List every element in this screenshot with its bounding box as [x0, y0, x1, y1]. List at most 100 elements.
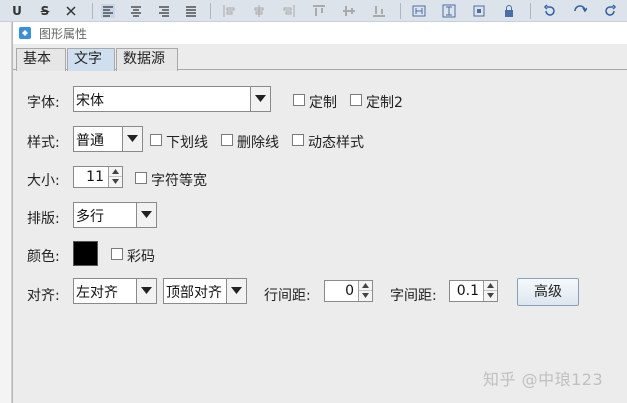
align-right-icon[interactable] [157, 4, 171, 18]
size-decrement-button[interactable] [109, 177, 122, 187]
size-spinner[interactable]: 11 [73, 166, 123, 188]
color-label: 颜色: [27, 249, 60, 265]
chevron-up-icon [487, 283, 494, 288]
app-icon [19, 27, 31, 39]
font-label: 字体: [27, 95, 60, 111]
same-width-icon[interactable] [412, 4, 426, 18]
chevron-down-icon [231, 287, 242, 294]
tab-basic[interactable]: 基本 [16, 48, 66, 71]
toolbar-separator [530, 3, 531, 19]
chevron-up-icon [362, 283, 369, 288]
lock-icon[interactable] [502, 4, 516, 18]
watermark: 知乎 @中琅123 [483, 370, 604, 389]
spinner-buttons [108, 167, 122, 187]
dialog-title: 图形属性 [39, 27, 88, 41]
custom-checkbox[interactable] [293, 94, 305, 106]
align-center-icon[interactable] [129, 4, 143, 18]
style-select[interactable]: 普通 [73, 126, 143, 152]
toolbar-separator [210, 3, 211, 19]
equal-width-label: 字符等宽 [151, 173, 207, 189]
char-spacing-label: 字间距: [390, 288, 437, 304]
horizontal-align-arrow[interactable] [136, 279, 156, 303]
align-justify-icon[interactable] [184, 4, 198, 18]
colorful-label: 彩码 [127, 249, 155, 265]
chevron-down-icon [112, 179, 119, 184]
advanced-button[interactable]: 高级 [517, 278, 579, 306]
layout-select-value: 多行 [76, 209, 104, 225]
color-swatch[interactable] [73, 241, 98, 266]
size-label: 大小: [27, 173, 60, 189]
line-spacing-spinner[interactable]: 0 [324, 280, 373, 302]
char-spacing-value: 0.1 [456, 283, 479, 299]
tab-datasource[interactable]: 数据源 [116, 48, 178, 71]
chevron-down-icon [255, 95, 266, 102]
align-label: 对齐: [27, 288, 60, 304]
distribute-center-icon[interactable] [252, 4, 266, 18]
tab-bar: 基本 文字 数据源 [13, 48, 627, 71]
font-select[interactable]: 宋体 [73, 86, 271, 112]
custom2-checkbox[interactable] [350, 94, 362, 106]
line-spacing-value: 0 [345, 283, 354, 299]
rotate-180-icon[interactable] [573, 4, 587, 18]
underline-checkbox[interactable] [150, 134, 162, 146]
vertical-align-arrow[interactable] [226, 279, 246, 303]
spinner-buttons [483, 281, 497, 301]
align-left-icon[interactable] [101, 4, 115, 18]
shape-properties-dialog: 图形属性 基本 文字 数据源 字体: 宋体 定制 定制2 样式: 普通 下划线 … [12, 22, 627, 403]
rotate-left-icon[interactable] [543, 4, 557, 18]
dynamic-style-checkbox[interactable] [292, 134, 304, 146]
layout-select[interactable]: 多行 [73, 202, 157, 228]
strikethrough-button[interactable]: S [38, 3, 52, 19]
horizontal-align-value: 左对齐 [76, 285, 118, 301]
horizontal-align-select[interactable]: 左对齐 [73, 278, 157, 304]
custom-label: 定制 [309, 95, 337, 111]
style-select-arrow[interactable] [122, 127, 142, 151]
char-spacing-spinner[interactable]: 0.1 [449, 280, 498, 302]
font-select-value: 宋体 [76, 93, 104, 109]
distribute-left-icon[interactable] [222, 4, 236, 18]
line-spacing-decrement-button[interactable] [359, 291, 372, 301]
vertical-align-select[interactable]: 顶部对齐 [163, 278, 247, 304]
style-label: 样式: [27, 135, 60, 151]
same-size-icon[interactable] [472, 4, 486, 18]
chevron-down-icon [487, 293, 494, 298]
spinner-buttons [358, 281, 372, 301]
toolbar: U S [0, 0, 627, 22]
chevron-up-icon [112, 169, 119, 174]
rotate-right-icon[interactable] [603, 4, 617, 18]
layout-label: 排版: [27, 211, 60, 227]
align-bottom-icon[interactable] [372, 4, 386, 18]
line-spacing-increment-button[interactable] [359, 281, 372, 291]
vertical-align-value: 顶部对齐 [166, 285, 222, 301]
toolbar-separator [400, 3, 401, 19]
chevron-down-icon [141, 287, 152, 294]
line-spacing-label: 行间距: [264, 288, 311, 304]
align-top-icon[interactable] [312, 4, 326, 18]
size-increment-button[interactable] [109, 167, 122, 177]
canvas-edge [0, 22, 12, 403]
equal-width-checkbox[interactable] [135, 172, 147, 184]
tab-text[interactable]: 文字 [67, 48, 115, 71]
chevron-down-icon [141, 211, 152, 218]
custom2-label: 定制2 [366, 95, 403, 111]
colorful-checkbox[interactable] [111, 248, 123, 260]
char-spacing-decrement-button[interactable] [484, 291, 497, 301]
clear-format-icon[interactable] [64, 4, 78, 18]
strikethrough-label: 删除线 [237, 135, 279, 151]
layout-select-arrow[interactable] [136, 203, 156, 227]
dynamic-style-label: 动态样式 [308, 135, 364, 151]
style-select-value: 普通 [76, 133, 104, 149]
chevron-down-icon [362, 293, 369, 298]
align-middle-icon[interactable] [342, 4, 356, 18]
toolbar-separator [92, 3, 93, 19]
underline-label: 下划线 [166, 135, 208, 151]
strikethrough-checkbox[interactable] [221, 134, 233, 146]
dialog-titlebar[interactable]: 图形属性 [13, 22, 627, 44]
font-select-arrow[interactable] [250, 87, 270, 111]
char-spacing-increment-button[interactable] [484, 281, 497, 291]
same-height-icon[interactable] [442, 4, 456, 18]
underline-button[interactable]: U [10, 3, 24, 19]
size-value: 11 [86, 169, 104, 185]
chevron-down-icon [127, 135, 138, 142]
distribute-right-icon[interactable] [282, 4, 296, 18]
